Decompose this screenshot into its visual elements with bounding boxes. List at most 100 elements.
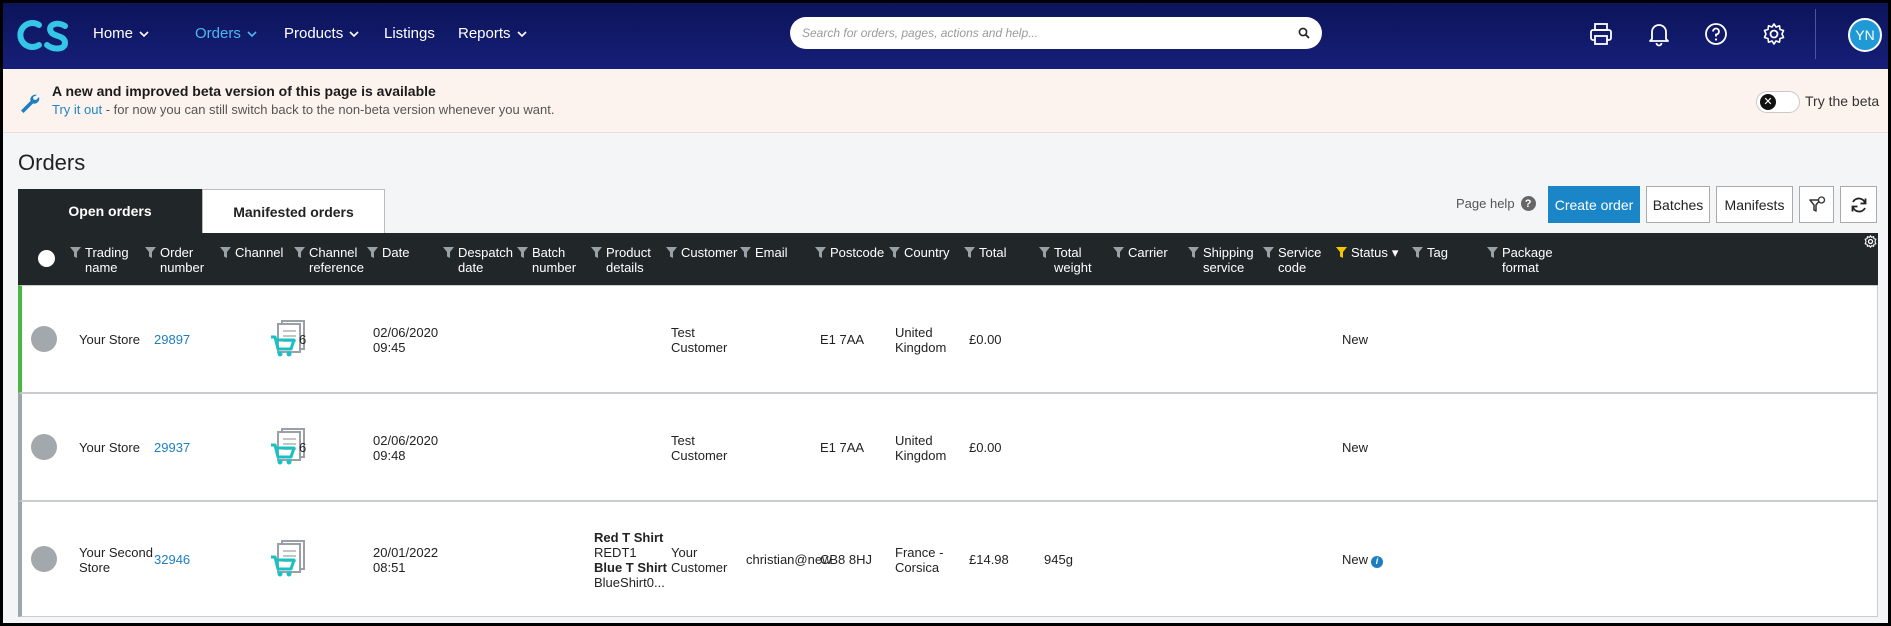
filter-clock-icon — [1808, 195, 1825, 212]
search-input[interactable] — [802, 26, 1298, 40]
column-header-label: Order number — [160, 245, 205, 275]
order-number-link[interactable]: 32946 — [154, 552, 190, 567]
column-header-label: Channel — [235, 245, 284, 260]
trading-name-cell: Your Store — [79, 332, 140, 347]
orders-table-header: Trading name Order number Channel Channel r… — [18, 233, 1878, 285]
column-header-label: Email — [755, 245, 788, 260]
column-header-label: Product details — [606, 245, 651, 275]
filter-funnel-icon[interactable] — [294, 247, 305, 258]
customer-cell: Test Customer — [671, 433, 728, 463]
nav-item-reports[interactable]: Reports — [458, 25, 527, 42]
column-header-label: Package format — [1502, 245, 1553, 275]
tab-manifested-orders[interactable]: Manifested orders — [202, 189, 385, 233]
column-header-postcode[interactable]: Postcode — [815, 245, 884, 260]
filter-funnel-icon[interactable] — [964, 247, 975, 258]
filter-settings-button[interactable] — [1799, 186, 1834, 223]
order-number-link[interactable]: 29897 — [154, 332, 190, 347]
filter-funnel-icon[interactable] — [889, 247, 900, 258]
column-header-channel-reference[interactable]: Channel reference — [294, 245, 364, 275]
postcode-cell: E1 7AA — [820, 440, 865, 455]
filter-funnel-icon[interactable] — [220, 247, 231, 258]
printer-icon[interactable] — [1588, 21, 1614, 47]
shopping-cart-document-icon — [271, 540, 305, 577]
filter-funnel-icon[interactable] — [1487, 247, 1498, 258]
filter-funnel-icon[interactable] — [1113, 247, 1124, 258]
column-header-total-weight[interactable]: Total weight — [1039, 245, 1092, 275]
nav-item-home[interactable]: Home — [93, 25, 149, 42]
nav-item-listings[interactable]: Listings — [384, 25, 435, 42]
search-icon[interactable] — [1298, 27, 1310, 39]
column-header-label: Total — [979, 245, 1007, 260]
column-header-batch-number[interactable]: Batch number — [517, 245, 576, 275]
cs-logo[interactable] — [17, 17, 71, 53]
refresh-button[interactable] — [1840, 186, 1877, 223]
column-header-customer[interactable]: Customer — [666, 245, 737, 260]
column-header-status[interactable]: Status ▾ — [1336, 245, 1398, 260]
filter-funnel-icon[interactable] — [815, 247, 826, 258]
filter-funnel-icon[interactable] — [1039, 247, 1050, 258]
table-row[interactable]: Your Store 29937 6 02/06/2020 09:48 Test Cus… — [18, 393, 1878, 501]
column-header-order-number[interactable]: Order number — [145, 245, 204, 275]
nav-item-label: Listings — [384, 25, 435, 42]
total-cell: £0.00 — [969, 440, 1002, 455]
row-select-radio[interactable] — [31, 326, 57, 352]
column-header-country[interactable]: Country — [889, 245, 950, 260]
manifests-button[interactable]: Manifests — [1716, 186, 1793, 223]
column-header-despatch-date[interactable]: Despatch date — [443, 245, 513, 275]
column-header-carrier[interactable]: Carrier — [1113, 245, 1168, 260]
table-row[interactable]: Your Store 29897 6 02/06/2020 09:45 Test Cus… — [18, 285, 1878, 393]
filter-funnel-icon[interactable] — [517, 247, 528, 258]
user-avatar[interactable]: YN — [1848, 18, 1882, 52]
try-beta-toggle[interactable]: ✕ — [1756, 91, 1800, 113]
column-header-service-code[interactable]: Service code — [1263, 245, 1321, 275]
gear-icon[interactable] — [1761, 21, 1787, 47]
tab-open-orders[interactable]: Open orders — [18, 189, 202, 233]
batches-button[interactable]: Batches — [1646, 186, 1710, 223]
bell-icon[interactable] — [1646, 21, 1672, 47]
row-select-radio[interactable] — [31, 546, 57, 572]
column-header-label: Country — [904, 245, 950, 260]
select-all-radio[interactable] — [38, 250, 55, 267]
filter-funnel-icon[interactable] — [70, 247, 81, 258]
customer-cell: Test Customer — [671, 325, 728, 355]
filter-funnel-icon[interactable] — [1263, 247, 1274, 258]
column-header-label: Status — [1351, 245, 1388, 260]
page-help-label: Page help — [1456, 196, 1515, 211]
column-settings-gear-icon[interactable] — [1864, 235, 1877, 248]
app-window: Home Orders Products Listings Reports Se… — [3, 3, 1888, 623]
column-header-package-format[interactable]: Package format — [1487, 245, 1553, 275]
column-header-product-details[interactable]: Product details — [591, 245, 651, 275]
filter-funnel-icon[interactable] — [1188, 247, 1199, 258]
try-it-out-link[interactable]: Try it out — [52, 102, 102, 117]
date-cell: 02/06/2020 09:45 — [373, 325, 439, 355]
column-header-email[interactable]: Email — [740, 245, 788, 260]
filter-funnel-icon[interactable] — [1412, 247, 1423, 258]
column-header-trading-name[interactable]: Trading name — [70, 245, 129, 275]
nav-item-orders[interactable]: Orders — [195, 25, 257, 42]
filter-funnel-icon[interactable] — [367, 247, 378, 258]
column-header-date[interactable]: Date — [367, 245, 409, 260]
help-circle-icon[interactable] — [1703, 21, 1729, 47]
channel-reference-cell: 6 — [299, 332, 307, 347]
filter-funnel-icon[interactable] — [145, 247, 156, 258]
column-header-shipping-service[interactable]: Shipping service — [1188, 245, 1254, 275]
order-number-link[interactable]: 29937 — [154, 440, 190, 455]
info-icon[interactable]: i — [1371, 555, 1384, 568]
column-header-label: Batch number — [532, 245, 577, 275]
nav-item-products[interactable]: Products — [284, 25, 359, 42]
filter-funnel-icon[interactable] — [591, 247, 602, 258]
page-help-link[interactable]: Page help ? — [1456, 196, 1536, 211]
create-order-button[interactable]: Create order — [1548, 186, 1640, 223]
filter-funnel-icon[interactable] — [666, 247, 677, 258]
sort-caret-icon: ▾ — [1391, 245, 1399, 260]
banner-subtitle-text: - for now you can still switch back to t… — [102, 102, 555, 117]
table-row[interactable]: Your Second Store 32946 20/01/2022 08:51 Re… — [18, 501, 1878, 617]
filter-funnel-icon[interactable] — [443, 247, 454, 258]
column-header-total[interactable]: Total — [964, 245, 1006, 260]
filter-funnel-icon[interactable] — [1336, 247, 1347, 258]
column-header-tag[interactable]: Tag — [1412, 245, 1448, 260]
filter-funnel-icon[interactable] — [740, 247, 751, 258]
row-select-radio[interactable] — [31, 434, 57, 460]
column-header-channel[interactable]: Channel — [220, 245, 283, 260]
column-header-label: Trading name — [85, 245, 129, 275]
